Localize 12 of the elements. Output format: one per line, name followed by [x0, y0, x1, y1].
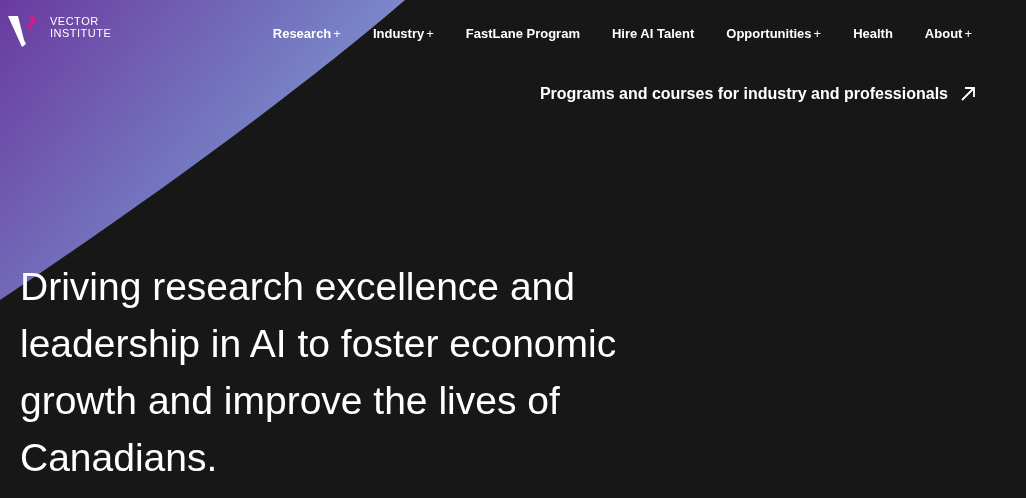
- nav-link[interactable]: Industry+: [372, 24, 434, 44]
- hero-heading: Driving research excellence and leadership in AI to foster economic growth and improve the lives of Canadians.: [20, 264, 618, 481]
- logo-text: VECTOR: [50, 15, 100, 27]
- programs-link[interactable]: Programs and courses for industry and professionals: [539, 82, 976, 106]
- nav-link[interactable]: FastLane Program: [465, 24, 580, 44]
- arrow-icon: [960, 86, 976, 102]
- nav-link[interactable]: About+: [924, 24, 972, 44]
- nav-link[interactable]: Opportunities+: [726, 24, 822, 44]
- nav-link[interactable]: Hire AI Talent: [611, 24, 695, 44]
- nav-link[interactable]: Research+: [272, 24, 341, 44]
- nav-link[interactable]: Health: [853, 24, 893, 44]
- logo-text: INSTITUTE: [50, 27, 112, 39]
